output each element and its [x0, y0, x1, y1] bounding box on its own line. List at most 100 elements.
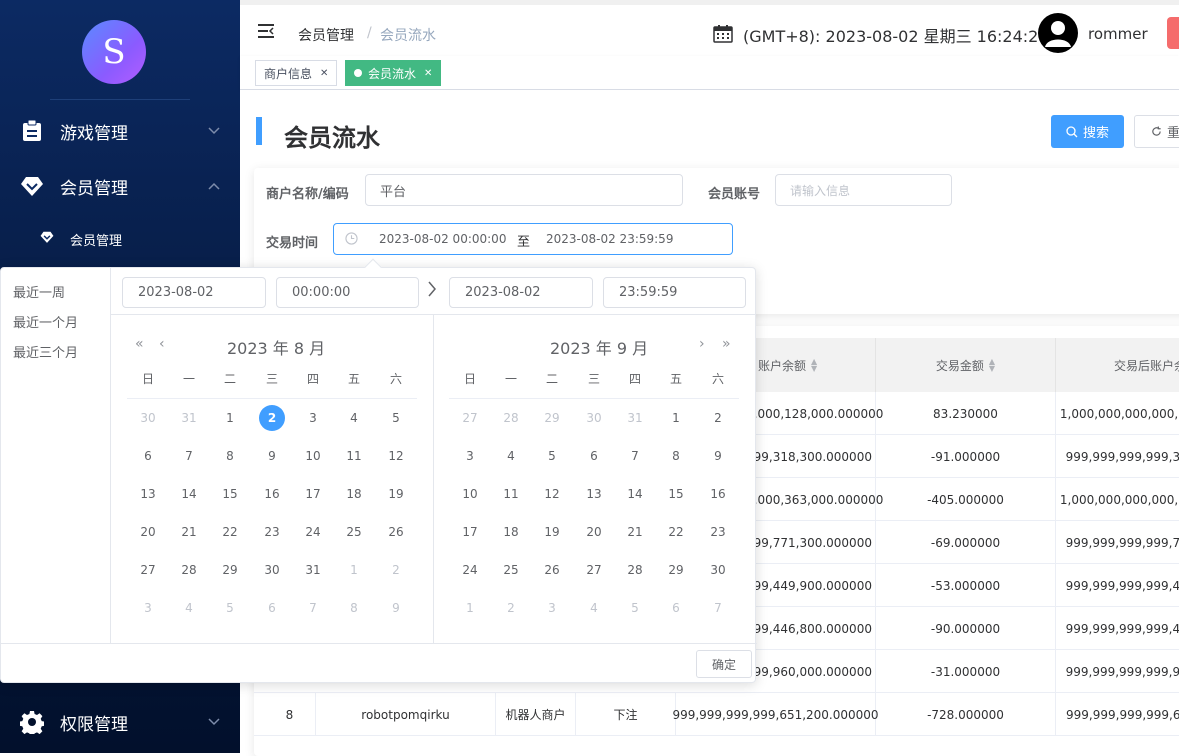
calendar-day[interactable]: 7: [176, 443, 202, 469]
calendar-day[interactable]: 7: [705, 595, 731, 621]
calendar-day[interactable]: 3: [457, 443, 483, 469]
th-amount[interactable]: 交易金额 ▲ ▼: [876, 338, 1056, 392]
calendar-day[interactable]: 4: [498, 443, 524, 469]
calendar-day[interactable]: 18: [341, 481, 367, 507]
calendar-day[interactable]: 21: [622, 519, 648, 545]
calendar-day[interactable]: 28: [498, 405, 524, 431]
calendar-day[interactable]: 3: [135, 595, 161, 621]
username[interactable]: rommer: [1088, 25, 1148, 43]
calendar-day[interactable]: 28: [622, 557, 648, 583]
close-icon[interactable]: ✕: [424, 68, 432, 79]
calendar-day[interactable]: 1: [663, 405, 689, 431]
calendar-day[interactable]: 4: [581, 595, 607, 621]
calendar-day[interactable]: 5: [622, 595, 648, 621]
calendar-day[interactable]: 29: [539, 405, 565, 431]
search-button[interactable]: 搜索: [1051, 115, 1124, 148]
next-year-icon[interactable]: »: [722, 336, 731, 352]
calendar-day[interactable]: 2: [383, 557, 409, 583]
calendar-day[interactable]: 31: [176, 405, 202, 431]
calendar-day[interactable]: 4: [176, 595, 202, 621]
shortcut-last-week[interactable]: 最近一周: [13, 282, 65, 301]
calendar-day[interactable]: 27: [457, 405, 483, 431]
calendar-day[interactable]: 20: [581, 519, 607, 545]
calendar-day[interactable]: 6: [581, 443, 607, 469]
account-input[interactable]: 请输入信息: [775, 174, 952, 206]
calendar-day[interactable]: 8: [663, 443, 689, 469]
calendar-day[interactable]: 8: [341, 595, 367, 621]
calendar-day[interactable]: 16: [705, 481, 731, 507]
calendar-day[interactable]: 5: [539, 443, 565, 469]
calendar-day[interactable]: 21: [176, 519, 202, 545]
calendar-day[interactable]: 17: [457, 519, 483, 545]
calendar-day[interactable]: 9: [383, 595, 409, 621]
start-date-input[interactable]: 2023-08-02: [122, 277, 266, 308]
calendar-day[interactable]: 18: [498, 519, 524, 545]
calendar-day[interactable]: 6: [259, 595, 285, 621]
calendar-day[interactable]: 24: [300, 519, 326, 545]
shortcut-last-three-months[interactable]: 最近三个月: [13, 342, 78, 361]
calendar-day[interactable]: 2: [498, 595, 524, 621]
calendar-day[interactable]: 5: [217, 595, 243, 621]
calendar-day[interactable]: 17: [300, 481, 326, 507]
confirm-button[interactable]: 确定: [696, 650, 752, 678]
prev-month-icon[interactable]: ‹: [159, 336, 165, 352]
calendar-day[interactable]: 30: [135, 405, 161, 431]
calendar-day[interactable]: 19: [539, 519, 565, 545]
calendar-day[interactable]: 15: [217, 481, 243, 507]
reset-button[interactable]: 重: [1134, 115, 1179, 148]
sort-icon[interactable]: ▲ ▼: [811, 358, 817, 373]
calendar-day[interactable]: 10: [300, 443, 326, 469]
calendar-day[interactable]: 5: [383, 405, 409, 431]
logout-button[interactable]: [1167, 17, 1179, 49]
sidebar-item-member[interactable]: 会员管理: [0, 166, 240, 206]
calendar-day[interactable]: 30: [705, 557, 731, 583]
calendar-day[interactable]: 14: [176, 481, 202, 507]
calendar-day[interactable]: 30: [581, 405, 607, 431]
calendar-day[interactable]: 16: [259, 481, 285, 507]
avatar[interactable]: [1038, 13, 1078, 53]
calendar-day[interactable]: 13: [581, 481, 607, 507]
end-time-input[interactable]: 23:59:59: [603, 277, 746, 308]
calendar-day[interactable]: 20: [135, 519, 161, 545]
prev-year-icon[interactable]: «: [135, 336, 144, 352]
sidebar-item-permission[interactable]: 权限管理: [0, 702, 240, 742]
calendar-day[interactable]: 23: [259, 519, 285, 545]
calendar-day[interactable]: 24: [457, 557, 483, 583]
calendar-day[interactable]: 6: [135, 443, 161, 469]
calendar-day[interactable]: 29: [663, 557, 689, 583]
tag-member-flow[interactable]: 会员流水 ✕: [345, 60, 442, 86]
calendar-day[interactable]: 3: [539, 595, 565, 621]
shortcut-last-month[interactable]: 最近一个月: [13, 312, 78, 331]
close-icon[interactable]: ✕: [320, 68, 328, 79]
calendar-day[interactable]: 10: [457, 481, 483, 507]
next-month-icon[interactable]: ›: [699, 336, 705, 352]
calendar-day[interactable]: 27: [135, 557, 161, 583]
calendar-day[interactable]: 31: [622, 405, 648, 431]
calendar-day[interactable]: 9: [705, 443, 731, 469]
calendar-day[interactable]: 28: [176, 557, 202, 583]
calendar-day[interactable]: 2: [705, 405, 731, 431]
breadcrumb-item[interactable]: 会员管理: [298, 25, 354, 45]
start-time-input[interactable]: 00:00:00: [276, 277, 419, 308]
calendar-day[interactable]: 9: [259, 443, 285, 469]
calendar-day[interactable]: 15: [663, 481, 689, 507]
calendar-day[interactable]: 1: [341, 557, 367, 583]
sort-icon[interactable]: ▲ ▼: [989, 358, 995, 373]
calendar-day[interactable]: 12: [539, 481, 565, 507]
calendar-day[interactable]: 3: [300, 405, 326, 431]
calendar-day[interactable]: 25: [498, 557, 524, 583]
calendar-day[interactable]: 13: [135, 481, 161, 507]
calendar-day[interactable]: 4: [341, 405, 367, 431]
calendar-day[interactable]: 11: [341, 443, 367, 469]
tag-merchant-info[interactable]: 商户信息 ✕: [255, 60, 338, 86]
calendar-day[interactable]: 23: [705, 519, 731, 545]
merchant-input[interactable]: 平台: [365, 174, 683, 206]
calendar-day[interactable]: 12: [383, 443, 409, 469]
calendar-day[interactable]: 11: [498, 481, 524, 507]
calendar-day[interactable]: 1: [217, 405, 243, 431]
sidebar-item-game[interactable]: 游戏管理: [0, 111, 240, 151]
calendar-day[interactable]: 14: [622, 481, 648, 507]
calendar-day[interactable]: 8: [217, 443, 243, 469]
sidebar-subitem-member[interactable]: 会员管理: [0, 223, 240, 255]
calendar-day[interactable]: 7: [300, 595, 326, 621]
